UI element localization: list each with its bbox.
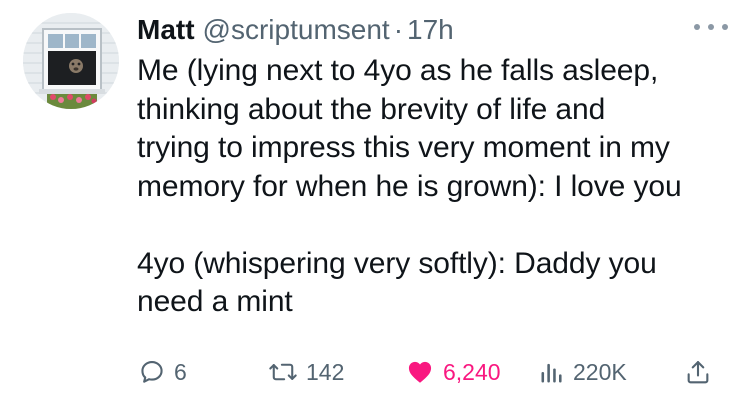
repost-count: 142: [306, 358, 345, 385]
views-count: 220K: [573, 358, 627, 385]
tweet: Matt @scriptumsent · 17h Me (lying next …: [0, 0, 750, 406]
avatar-photo: [23, 13, 119, 109]
heart-icon: [408, 361, 432, 383]
share-upload-icon: [687, 361, 709, 384]
author-handle[interactable]: @scriptumsent: [203, 14, 390, 46]
tweet-text-line: 4yo (whispering very softly): Daddy you: [137, 246, 657, 280]
repost-arrows-icon: [269, 363, 297, 381]
reply-count: 6: [174, 358, 187, 385]
more-dots-icon[interactable]: [694, 20, 728, 34]
action-bar: 6 142 6,240 220K: [0, 352, 750, 392]
author-name[interactable]: Matt: [137, 14, 195, 46]
like-button[interactable]: 6,240: [405, 352, 501, 392]
share-button[interactable]: [684, 352, 712, 392]
header-separator: ·: [393, 14, 404, 45]
views-chart-icon: [541, 363, 562, 383]
tweet-text-line: memory for when he is grown): I love you: [137, 169, 682, 203]
reply-button[interactable]: 6: [138, 352, 187, 392]
tweet-text-line: thinking about the brevity of life and: [137, 92, 606, 126]
reply-bubble-icon: [141, 361, 163, 383]
tweet-text-line: trying to impress this very moment in my: [137, 131, 670, 164]
tweet-timestamp[interactable]: 17h: [407, 14, 454, 46]
tweet-text-line: need a mint: [137, 285, 293, 318]
tweet-header: Matt @scriptumsent · 17h: [137, 10, 454, 50]
like-count: 6,240: [443, 358, 501, 385]
tweet-text: Me (lying next to 4yo as he falls asleep…: [137, 52, 737, 322]
repost-button[interactable]: 142: [268, 352, 344, 392]
avatar[interactable]: [23, 13, 119, 109]
views-button[interactable]: 220K: [539, 352, 627, 392]
tweet-text-line: Me (lying next to 4yo as he falls asleep…: [137, 54, 659, 87]
paragraph-break: [137, 206, 737, 245]
